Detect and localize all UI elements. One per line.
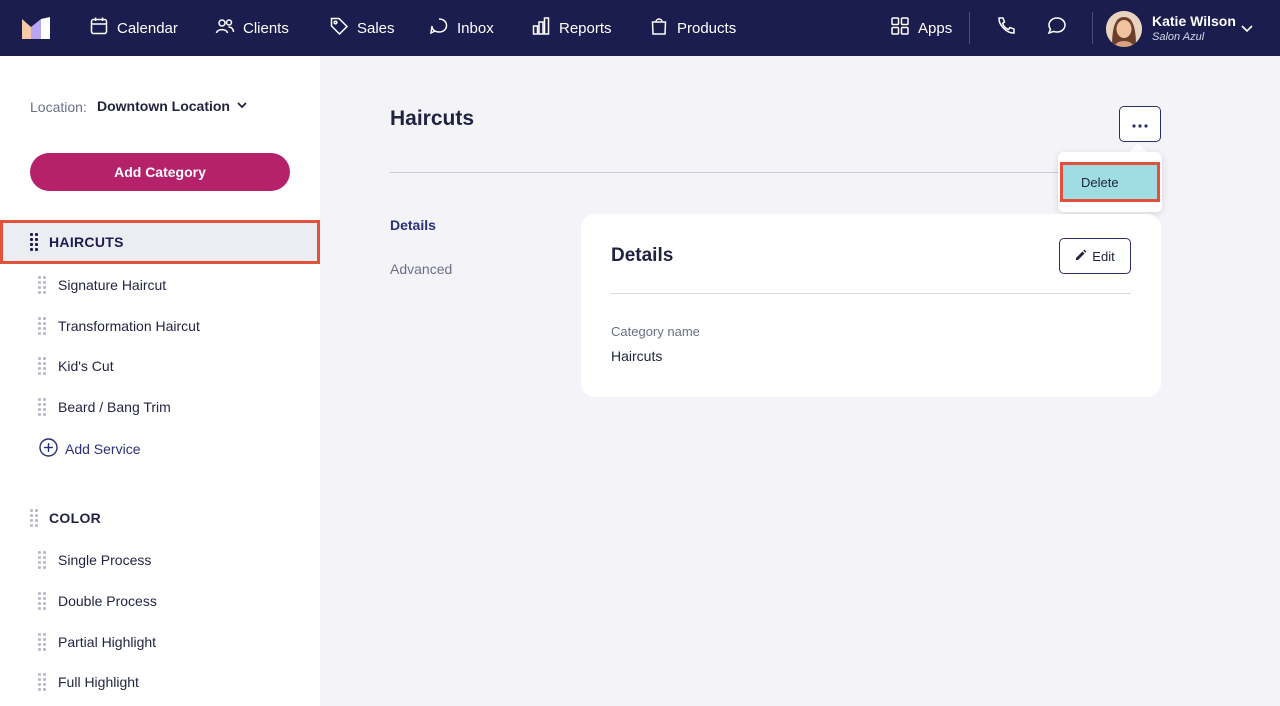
- salon-name: Salon Azul: [1152, 31, 1205, 43]
- nav-products-label: Products: [677, 19, 737, 37]
- service-name: Partial Highlight: [58, 634, 157, 650]
- nav-apps[interactable]: Apps: [890, 0, 952, 56]
- more-options-button[interactable]: [1119, 106, 1161, 142]
- nav-inbox-label: Inbox: [457, 19, 494, 37]
- drag-handle-icon[interactable]: [30, 233, 38, 251]
- tab-details[interactable]: Details: [390, 217, 436, 233]
- user-avatar[interactable]: [1106, 11, 1142, 47]
- nav-reports[interactable]: Reports: [531, 0, 612, 56]
- service-name: Signature Haircut: [58, 277, 167, 293]
- clients-icon: [215, 16, 235, 40]
- user-name[interactable]: Katie Wilson: [1152, 13, 1236, 29]
- service-row[interactable]: Beard / Bang Trim: [38, 395, 171, 419]
- service-row[interactable]: Partial Highlight: [38, 630, 156, 654]
- add-category-button[interactable]: Add Category: [30, 153, 290, 191]
- category-name-label: Category name: [611, 324, 700, 339]
- chart-icon: [531, 16, 551, 40]
- chat-button[interactable]: [1045, 16, 1069, 40]
- chevron-down-icon: [236, 98, 248, 114]
- nav-divider: [969, 12, 970, 44]
- title-divider: [390, 172, 1060, 173]
- category-name: HAIRCUTS: [49, 234, 124, 250]
- edit-label: Edit: [1092, 248, 1115, 264]
- drag-handle-icon[interactable]: [38, 398, 46, 416]
- add-service-link[interactable]: Add Service: [39, 438, 140, 460]
- plus-circle-icon: [39, 438, 58, 460]
- service-name: Transformation Haircut: [58, 318, 200, 334]
- drag-handle-icon[interactable]: [38, 357, 46, 375]
- chat-bubble-icon: [1046, 15, 1068, 42]
- nav-sales-label: Sales: [357, 19, 395, 37]
- chevron-down-icon[interactable]: [1240, 21, 1254, 35]
- drag-handle-icon[interactable]: [38, 317, 46, 335]
- nav-divider: [1092, 12, 1093, 44]
- card-title: Details: [611, 245, 674, 266]
- service-row[interactable]: Full Highlight: [38, 670, 139, 694]
- category-name: COLOR: [49, 510, 102, 526]
- category-name-value: Haircuts: [611, 348, 663, 364]
- phone-icon: [995, 15, 1017, 42]
- delete-menu-item[interactable]: Delete: [1060, 162, 1160, 202]
- drag-handle-icon[interactable]: [38, 592, 46, 610]
- service-name: Single Process: [58, 552, 152, 568]
- service-name: Full Highlight: [58, 674, 139, 690]
- brand-logo[interactable]: [22, 17, 50, 39]
- service-name: Kid's Cut: [58, 358, 114, 374]
- drag-handle-icon[interactable]: [38, 673, 46, 691]
- bag-icon: [649, 16, 669, 40]
- card-divider: [611, 293, 1131, 294]
- location-value: Downtown Location: [97, 98, 230, 114]
- edit-button[interactable]: Edit: [1059, 238, 1131, 274]
- drag-handle-icon[interactable]: [30, 509, 38, 527]
- calendar-icon: [89, 16, 109, 40]
- service-row[interactable]: Kid's Cut: [38, 354, 114, 378]
- tag-icon: [329, 16, 349, 40]
- nav-products[interactable]: Products: [649, 0, 736, 56]
- page-title: Haircuts: [390, 107, 475, 130]
- ellipsis-icon: [1132, 115, 1148, 133]
- nav-reports-label: Reports: [559, 19, 612, 37]
- nav-sales[interactable]: Sales: [329, 0, 395, 56]
- location-label: Location:: [30, 99, 87, 115]
- category-sidebar: Location: Downtown Location Add Category…: [0, 56, 320, 706]
- service-row[interactable]: Single Process: [38, 548, 151, 572]
- nav-apps-label: Apps: [918, 19, 953, 37]
- inbox-icon: [429, 16, 449, 40]
- category-row-color[interactable]: COLOR: [0, 496, 320, 540]
- drag-handle-icon[interactable]: [38, 551, 46, 569]
- service-row[interactable]: Transformation Haircut: [38, 314, 200, 338]
- top-navigation-bar: Calendar Clients Sales Inbox Reports Pro…: [0, 0, 1280, 56]
- nav-clients[interactable]: Clients: [215, 0, 289, 56]
- nav-inbox[interactable]: Inbox: [429, 0, 494, 56]
- nav-calendar-label: Calendar: [117, 19, 178, 37]
- apps-grid-icon: [890, 16, 910, 40]
- location-selector[interactable]: Downtown Location: [97, 98, 248, 114]
- service-name: Double Process: [58, 593, 157, 609]
- phone-button[interactable]: [994, 16, 1018, 40]
- service-name: Beard / Bang Trim: [58, 399, 171, 415]
- details-card: Details Edit Category name Haircuts: [581, 214, 1161, 397]
- nav-clients-label: Clients: [243, 19, 289, 37]
- drag-handle-icon[interactable]: [38, 276, 46, 294]
- nav-calendar[interactable]: Calendar: [89, 0, 178, 56]
- pencil-icon: [1075, 249, 1087, 264]
- service-row[interactable]: Signature Haircut: [38, 273, 166, 297]
- service-row[interactable]: Double Process: [38, 589, 157, 613]
- add-service-label: Add Service: [65, 441, 141, 457]
- category-row-haircuts[interactable]: HAIRCUTS: [0, 220, 320, 264]
- drag-handle-icon[interactable]: [38, 633, 46, 651]
- tab-advanced[interactable]: Advanced: [390, 261, 452, 277]
